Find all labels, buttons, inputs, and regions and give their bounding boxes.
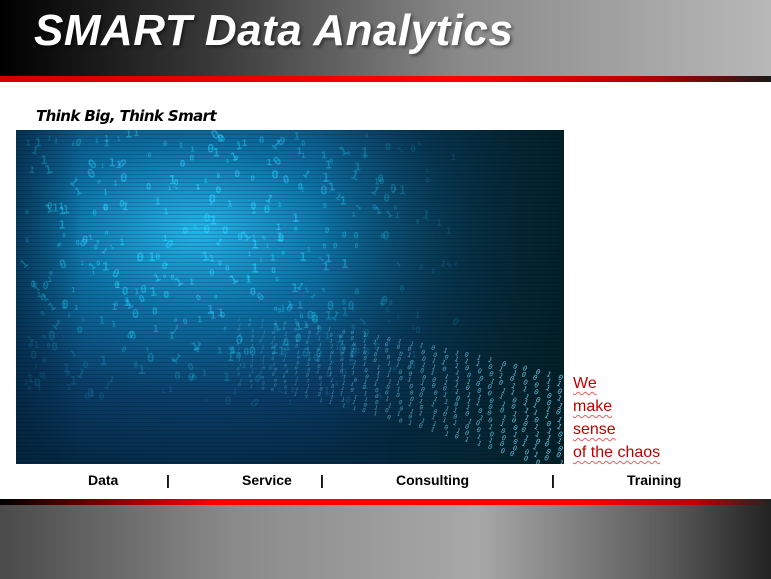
services-nav: Data | Service | Consulting | Training [0,470,771,492]
slide-title: SMART Data Analytics [34,6,514,55]
footer-bar [0,505,771,579]
nav-separator: | [320,472,324,488]
tagline: Think Big, Think Smart [36,107,217,125]
slide: SMART Data Analytics Think Big, Think Sm… [0,0,771,579]
statement-line: make [573,398,613,415]
nav-item-data: Data [88,472,119,488]
statement-line: of the chaos [573,444,661,461]
header-accent-line [0,76,771,82]
nav-item-service: Service [242,472,292,488]
statement-line: We [573,375,597,392]
statement-text: We make sense of the chaos [573,372,763,464]
nav-item-consulting: Consulting [396,472,470,488]
binary-data-stream-image: 1101000100110110101101111011100000101111… [16,130,564,464]
nav-separator: | [551,472,555,488]
binary-data-stream-graphic: 1101000100110110101101111011100000101111… [16,130,564,464]
nav-separator: | [166,472,170,488]
statement-line: sense [573,421,616,438]
nav-item-training: Training [627,472,682,488]
image-scanlines [16,130,564,464]
